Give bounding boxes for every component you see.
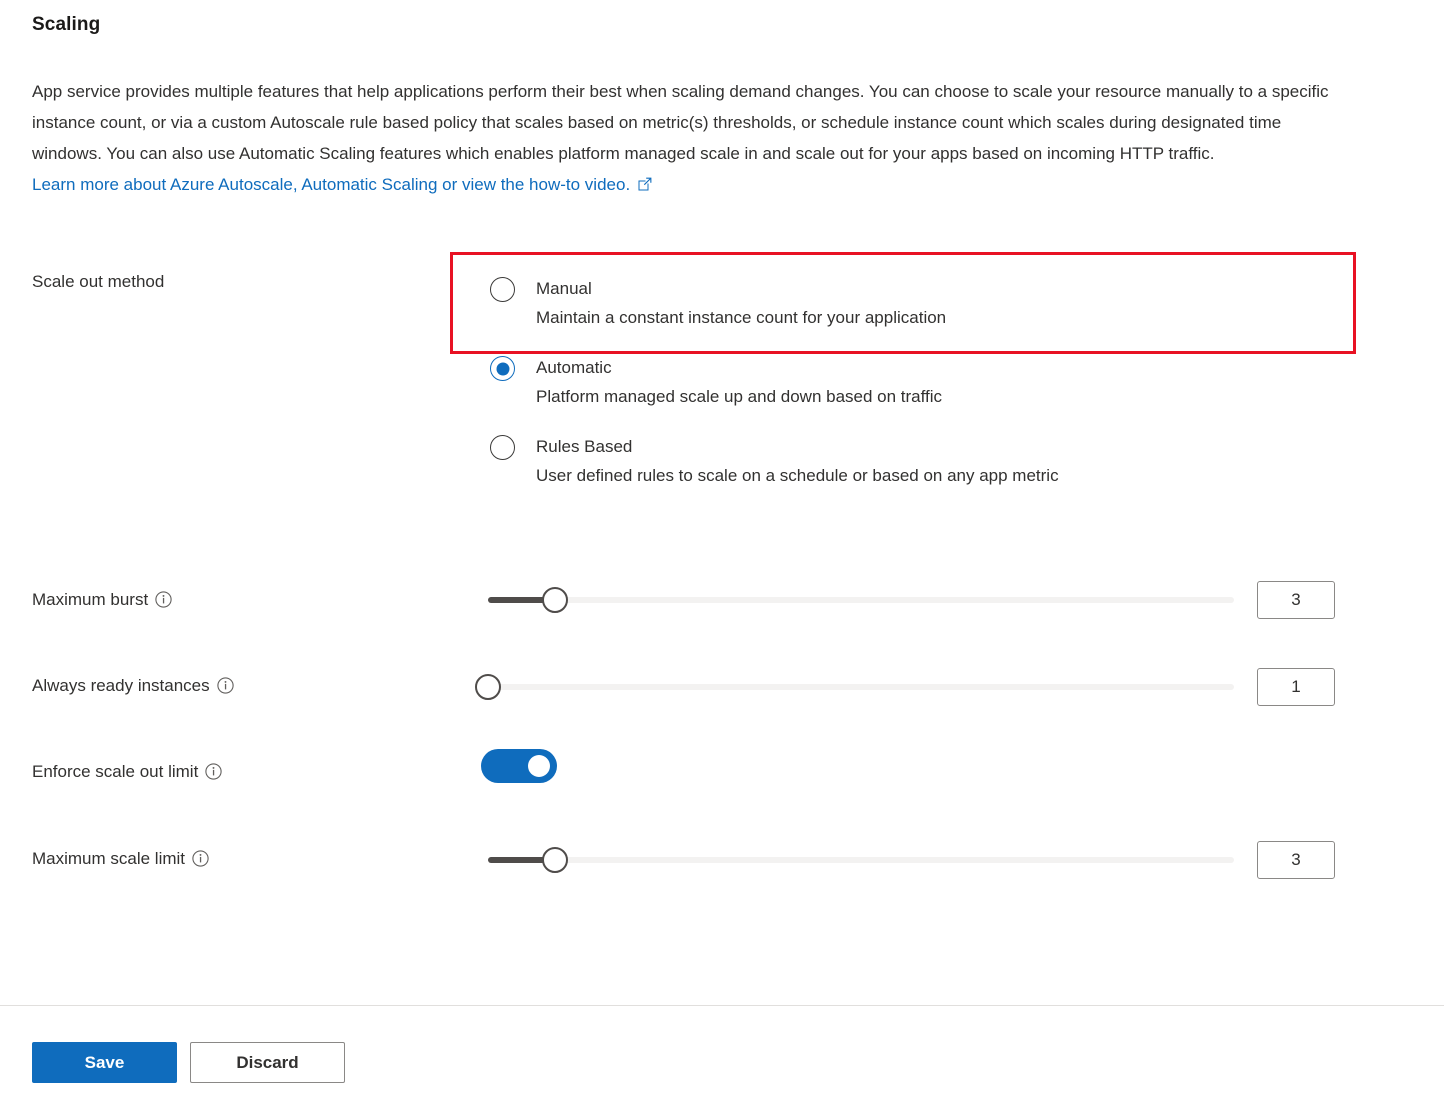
discard-button[interactable]: Discard [190,1042,345,1083]
scale-out-method-label: Scale out method [32,272,165,291]
maximum-scale-limit-slider-track[interactable] [488,857,1234,863]
scale-out-method-radio-group: Manual Maintain a constant instance coun… [490,275,1059,504]
maximum-burst-slider-thumb[interactable] [542,587,569,613]
maximum-burst-label: Maximum burst [32,590,172,610]
enforce-scale-out-limit-label: Enforce scale out limit [32,762,222,782]
always-ready-instances-value[interactable]: 1 [1257,668,1335,706]
page-title: Scaling [32,14,101,35]
maximum-burst-slider[interactable] [488,587,1234,613]
info-icon[interactable] [216,677,234,694]
radio-label-manual: Manual [536,279,592,298]
radio-description-automatic: Platform managed scale up and down based… [536,387,943,406]
always-ready-instances-slider-thumb[interactable] [475,674,501,700]
footer-divider [0,1005,1444,1006]
maximum-burst-value[interactable]: 3 [1257,581,1335,619]
maximum-scale-limit-value[interactable]: 3 [1257,841,1335,879]
info-icon[interactable] [155,591,172,608]
save-button[interactable]: Save [32,1042,177,1083]
info-icon[interactable] [205,763,222,780]
radio-label-rules-based: Rules Based [536,437,633,456]
always-ready-instances-slider-track[interactable] [488,684,1234,690]
description-paragraph: App service provides multiple features t… [32,82,1329,163]
radio-description-manual: Maintain a constant instance count for y… [536,308,947,327]
scaling-description: App service provides multiple features t… [32,76,1352,200]
maximum-scale-limit-slider[interactable] [488,847,1234,873]
maximum-scale-limit-slider-thumb[interactable] [542,847,569,873]
enforce-scale-out-limit-toggle[interactable] [481,749,557,783]
radio-option-automatic[interactable]: Automatic Platform managed scale up and … [490,354,1059,412]
maximum-scale-limit-label-text: Maximum scale limit [32,849,186,868]
always-ready-instances-slider[interactable] [475,674,1234,700]
always-ready-instances-label-text: Always ready instances [32,676,210,695]
radio-label-automatic: Automatic [536,358,612,377]
maximum-burst-slider-track[interactable] [488,597,1234,603]
radio-circle-automatic[interactable] [490,356,515,381]
external-link-icon[interactable] [637,171,653,191]
learn-more-link[interactable]: Learn more about Azure Autoscale, Automa… [32,175,630,194]
radio-option-rules-based[interactable]: Rules Based User defined rules to scale … [490,433,1059,491]
radio-circle-manual[interactable] [490,277,515,302]
toggle-knob [528,755,550,777]
radio-description-rules-based: User defined rules to scale on a schedul… [536,466,1059,485]
learn-more-line: Learn more about Azure Autoscale, Automa… [32,169,1352,200]
radio-circle-rules-based[interactable] [490,435,515,460]
enforce-scale-out-limit-label-text: Enforce scale out limit [32,762,199,781]
always-ready-instances-label: Always ready instances [32,676,234,696]
info-icon[interactable] [192,850,209,867]
maximum-burst-label-text: Maximum burst [32,590,149,609]
maximum-scale-limit-label: Maximum scale limit [32,849,209,869]
radio-option-manual[interactable]: Manual Maintain a constant instance coun… [490,275,1059,333]
